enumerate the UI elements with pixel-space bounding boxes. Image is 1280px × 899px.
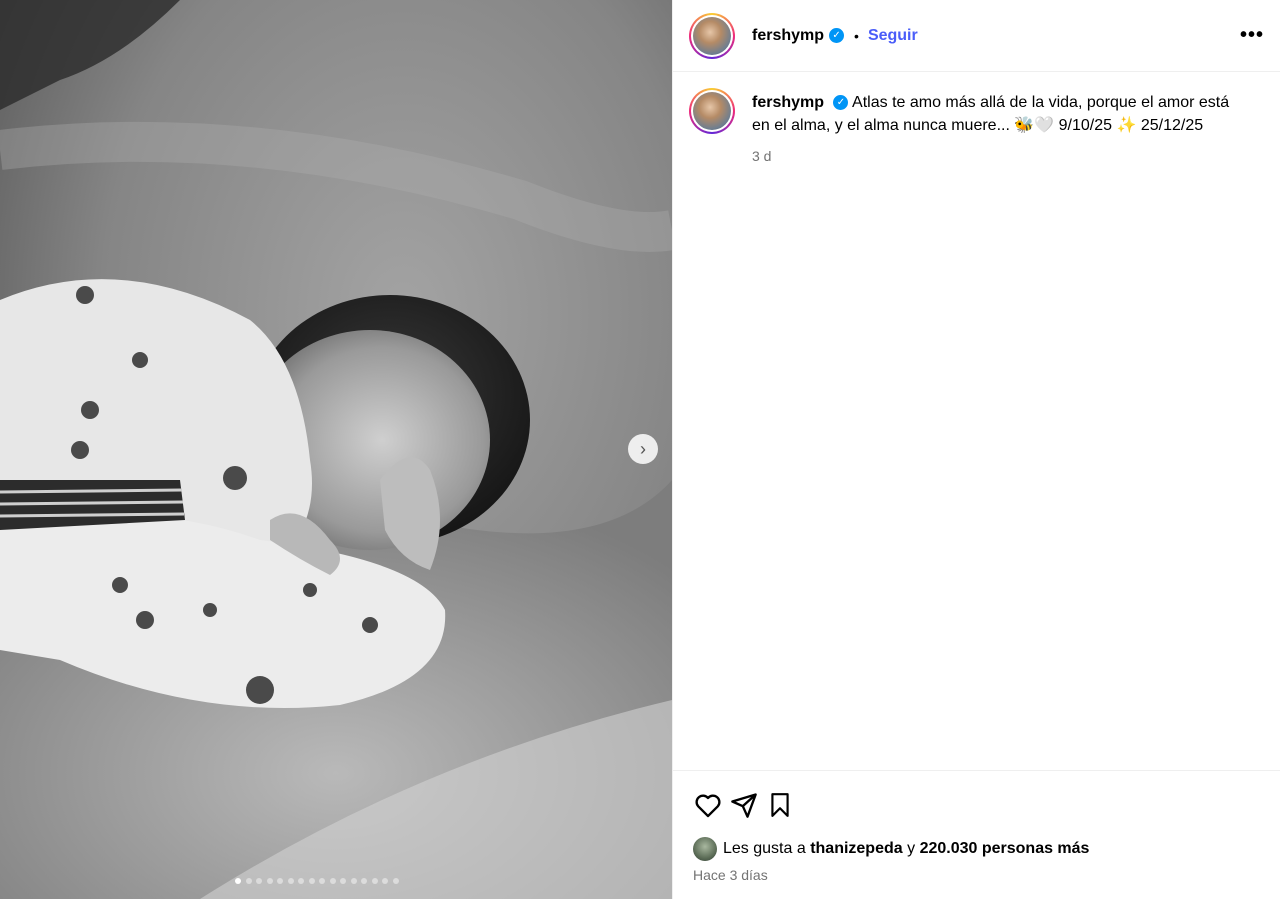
chevron-right-icon: › [640, 438, 646, 459]
carousel-dot [329, 878, 336, 884]
more-options-icon[interactable]: ••• [1240, 24, 1264, 47]
carousel-dot [266, 878, 273, 884]
post-media[interactable]: › [0, 0, 672, 899]
verified-badge-icon: ✓ [829, 28, 845, 43]
carousel-dot [287, 878, 294, 884]
carousel-indicator [235, 878, 399, 884]
send-icon[interactable] [729, 790, 759, 820]
carousel-dot [245, 878, 252, 884]
next-slide-button[interactable]: › [628, 434, 658, 464]
carousel-dot [340, 878, 346, 884]
caption-avatar[interactable] [689, 88, 735, 134]
posted-time: Hace 3 días [693, 867, 768, 883]
username-link[interactable]: fershymp [752, 27, 824, 45]
carousel-dot [371, 878, 378, 884]
avatar[interactable] [689, 12, 735, 59]
likes-conj: y [907, 840, 916, 857]
post-header: fershymp ✓ • Seguir ••• [673, 0, 1280, 72]
likes-prefix: Les gusta a [723, 840, 806, 857]
liker-username[interactable]: thanizepeda [810, 840, 902, 858]
carousel-dot [392, 878, 399, 884]
caption-text: Atlas te amo más allá de la vida, porque… [752, 94, 1230, 134]
likes-summary: Les gusta a thanizepeda y 220.030 person… [693, 837, 1260, 861]
post-side-panel: fershymp ✓ • Seguir ••• fershymp ✓ Atlas… [672, 0, 1280, 899]
post-photo [0, 0, 672, 899]
verified-badge-icon: ✓ [833, 95, 849, 111]
bookmark-icon[interactable] [765, 790, 795, 820]
follow-button[interactable]: Seguir [868, 27, 918, 45]
post-actions: Les gusta a thanizepeda y 220.030 person… [673, 770, 1280, 883]
caption-timestamp[interactable]: 3 d [752, 145, 1232, 168]
carousel-dot [319, 878, 325, 884]
separator-dot: • [854, 27, 859, 44]
caption: fershymp ✓ Atlas te amo más allá de la v… [673, 72, 1280, 168]
carousel-dot [382, 878, 388, 884]
carousel-dot [277, 878, 283, 884]
caption-body: fershymp ✓ Atlas te amo más allá de la v… [752, 88, 1232, 168]
liker-avatar[interactable] [693, 837, 717, 861]
carousel-dot [298, 878, 304, 884]
likes-count[interactable]: 220.030 personas más [920, 840, 1090, 858]
carousel-dot [256, 878, 262, 884]
carousel-dot [361, 878, 367, 884]
carousel-dot [308, 878, 315, 884]
heart-icon[interactable] [693, 790, 723, 820]
carousel-dot [350, 878, 357, 884]
caption-username[interactable]: fershymp [752, 94, 824, 111]
carousel-dot [235, 878, 241, 884]
